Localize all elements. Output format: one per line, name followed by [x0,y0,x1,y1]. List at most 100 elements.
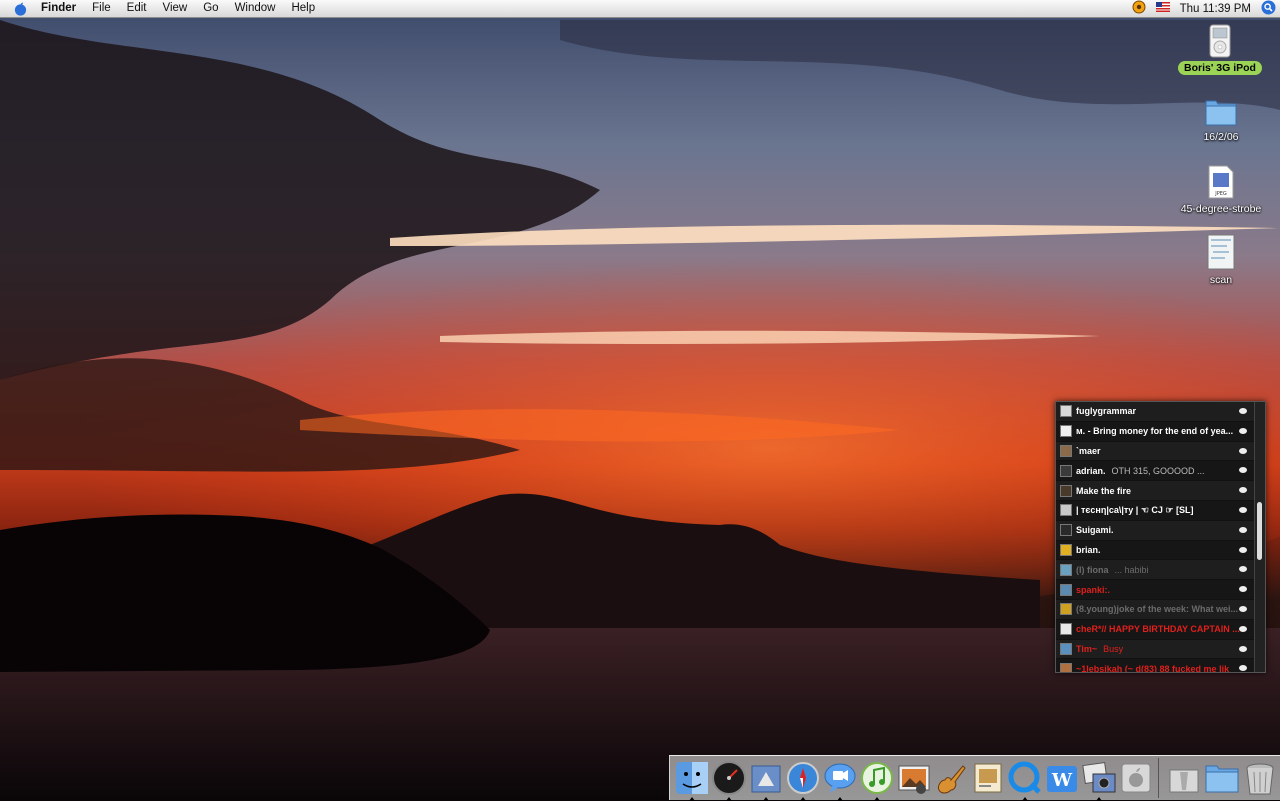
jpeg-file-icon: JPEG [1207,165,1235,199]
chat-bubble-icon[interactable] [1239,645,1247,652]
chat-bubble-icon[interactable] [1239,447,1247,454]
desktop-icon-label: 45-degree-strobe [1180,203,1262,215]
menu-go[interactable]: Go [195,0,226,17]
chat-bubble-icon[interactable] [1239,605,1247,612]
buddy-name: `maer [1076,445,1101,456]
dock-ichat[interactable] [822,760,858,801]
applications-icon [1169,769,1199,793]
dock-finder[interactable] [674,760,710,801]
trash-icon [1246,763,1274,795]
buddy-row[interactable]: (8.young)joke of the week: What wei... [1056,599,1265,620]
buddy-row[interactable]: spanki:. [1056,580,1265,600]
dock-word[interactable]: W [1044,760,1080,796]
dock-dashboard[interactable] [711,760,747,801]
buddy-name: adrian. [1076,465,1106,476]
menubar-clock[interactable]: Thu 11:39 PM [1180,3,1251,15]
desktop-icon-ipod[interactable]: Boris' 3G iPod [1165,24,1275,76]
dock-itunes[interactable] [859,760,895,801]
dock-image-capture[interactable] [1081,760,1117,801]
svg-text:JPEG: JPEG [1214,191,1227,197]
dock-mail[interactable] [748,760,784,801]
dock-garageband[interactable] [933,760,969,796]
spotlight-icon[interactable] [1261,0,1276,18]
documents-folder-icon [1205,765,1239,793]
buddy-avatar [1060,504,1072,517]
buddy-row[interactable]: м. - Bring money for the end of yea... [1056,421,1265,442]
dock-quicktime[interactable] [1007,760,1043,801]
chat-bubble-icon[interactable] [1239,586,1247,593]
desktop-icon-folder[interactable]: 16/2/06 [1166,95,1276,145]
buddy-row[interactable]: Suigami. [1056,520,1265,541]
menu-file[interactable]: File [84,0,119,17]
buddy-row[interactable]: fuglygrammar [1056,402,1265,422]
dock-applications[interactable] [1166,760,1202,796]
chat-bubble-icon[interactable] [1239,487,1247,494]
buddy-name: Tim~ [1076,643,1098,654]
word-icon: W [1047,766,1077,792]
buddy-row[interactable]: `maer [1056,441,1265,462]
chat-bubble-icon[interactable] [1239,665,1247,672]
sync-icon[interactable] [1132,0,1146,17]
chat-bubble-icon[interactable] [1239,546,1247,553]
buddy-avatar [1060,583,1072,596]
buddy-status-message: ... habibi [1114,564,1149,575]
svg-text:W: W [1051,770,1073,791]
chat-bubble-icon[interactable] [1239,467,1247,474]
desktop-icon-scan[interactable]: scan [1166,234,1276,288]
dashboard-icon [712,761,746,795]
buddy-name: Make the fire [1076,485,1132,496]
chat-bubble-icon[interactable] [1239,625,1247,632]
folder-icon [1204,95,1238,127]
buddy-name: | тєcнη|ca\|тy | ☜ CJ ☞ [SL] [1076,504,1194,515]
finder-icon [676,762,708,794]
buddy-avatar [1060,603,1072,616]
desktop-wallpaper [0,0,1280,800]
ipod-icon [1209,24,1231,58]
chat-bubble-icon[interactable] [1239,506,1247,513]
desktop-icon-jpeg[interactable]: JPEG 45-degree-strobe [1166,165,1276,217]
buddy-avatar [1060,563,1072,576]
buddy-avatar [1060,623,1072,636]
chat-bubble-icon[interactable] [1239,566,1247,573]
buddy-row[interactable]: adrian. OTH 315, GOOOOD ... [1056,461,1265,482]
chat-bubble-icon[interactable] [1239,427,1247,434]
dock-documents[interactable] [1204,760,1240,796]
running-indicator [874,797,880,801]
us-flag-icon[interactable] [1155,2,1170,15]
ichat-icon [824,763,856,793]
safari-icon [787,762,819,794]
itunes-icon [861,762,893,794]
buddy-row[interactable]: cheR*// HAPPY BIRTHDAY CAPTAIN ... [1056,619,1265,640]
menu-help[interactable]: Help [283,0,323,17]
buddy-status-message: Busy [1103,643,1124,654]
dock-preview[interactable] [970,760,1006,796]
apple-menu-icon[interactable] [0,0,40,17]
running-indicator [837,797,843,801]
dock-iphoto[interactable] [896,760,932,796]
running-indicator [800,797,806,801]
menu-window[interactable]: Window [227,0,284,17]
dock-separator [1158,758,1159,798]
buddy-row[interactable]: Make the fire [1056,481,1265,501]
buddy-row[interactable]: (I) fiona ... habibi [1056,560,1265,581]
running-indicator [1096,797,1102,801]
buddy-list-scrollbar[interactable] [1254,402,1265,672]
garageband-icon [938,765,966,794]
scrollbar-thumb[interactable] [1257,502,1262,560]
chat-bubble-icon[interactable] [1239,408,1247,414]
buddy-row[interactable]: | тєcнη|ca\|тy | ☜ CJ ☞ [SL] [1056,500,1265,521]
buddy-row[interactable]: Tim~ Busy [1056,639,1265,660]
buddy-row[interactable]: brian. [1056,540,1265,561]
chat-bubble-icon[interactable] [1239,526,1247,533]
menu-view[interactable]: View [155,0,196,17]
dock-trash[interactable] [1242,760,1278,796]
buddy-name: (I) fiona [1076,564,1109,575]
buddy-row[interactable]: ~1lebsikah (~ d(83) 88 fucked me lik [1056,659,1265,672]
dock: W [669,755,1280,801]
dock-safari[interactable] [785,760,821,801]
menu-edit[interactable]: Edit [119,0,155,17]
app-menu-finder[interactable]: Finder [40,0,84,17]
desktop-icon-label: scan [1209,274,1233,286]
preview-icon [974,763,1002,793]
dock-apple-store[interactable] [1118,760,1154,796]
